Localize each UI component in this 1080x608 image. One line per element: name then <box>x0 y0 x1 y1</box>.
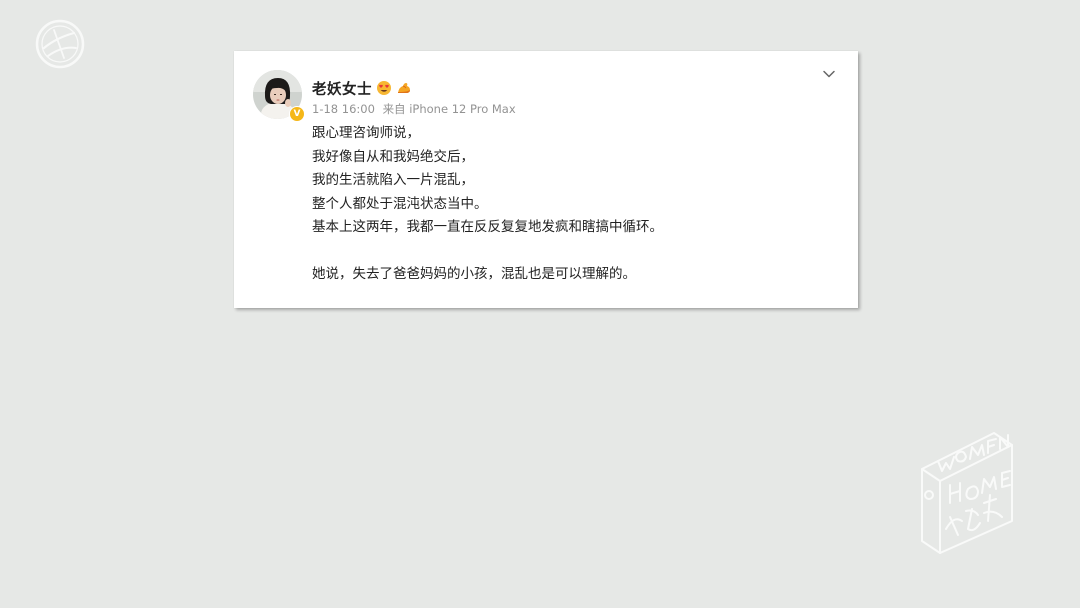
post-source: 来自 iPhone 12 Pro Max <box>382 102 516 116</box>
verified-badge-icon: V <box>289 106 305 122</box>
post-text-line: 基本上这两年，我都一直在反反复复地发疯和瞎搞中循环。 <box>312 219 663 235</box>
post-text-line: 我的生活就陷入一片混乱， <box>312 172 474 188</box>
post-text: 跟心理咨询师说， 我好像自从和我妈绝交后， 我的生活就陷入一片混乱， 整个人都处… <box>312 122 832 286</box>
username-row: 老妖女士 <box>312 78 412 98</box>
flexed-arm-emoji-icon <box>398 83 410 93</box>
corner-logo-icon <box>35 19 85 69</box>
post-timestamp[interactable]: 1-18 16:00 <box>312 102 375 116</box>
chevron-down-icon[interactable] <box>821 67 837 81</box>
heart-eyes-emoji-icon <box>377 81 391 95</box>
post-text-line: 她说，失去了爸爸妈妈的小孩，混乱也是可以理解的。 <box>312 265 636 282</box>
post-text-line: 跟心理咨询师说， <box>312 125 420 141</box>
username[interactable]: 老妖女士 <box>312 78 372 99</box>
post-meta: 1-18 16:00 来自 iPhone 12 Pro Max <box>312 101 516 117</box>
weibo-post-card: V 老妖女士 1-18 16:00 来自 iPhone 12 Pro Max 跟… <box>234 51 858 308</box>
post-text-line: 整个人都处于混沌状态当中。 <box>312 195 488 212</box>
post-text-line: 我好像自从和我妈绝交后， <box>312 148 474 165</box>
women-home-watermark-logo <box>921 432 1013 554</box>
